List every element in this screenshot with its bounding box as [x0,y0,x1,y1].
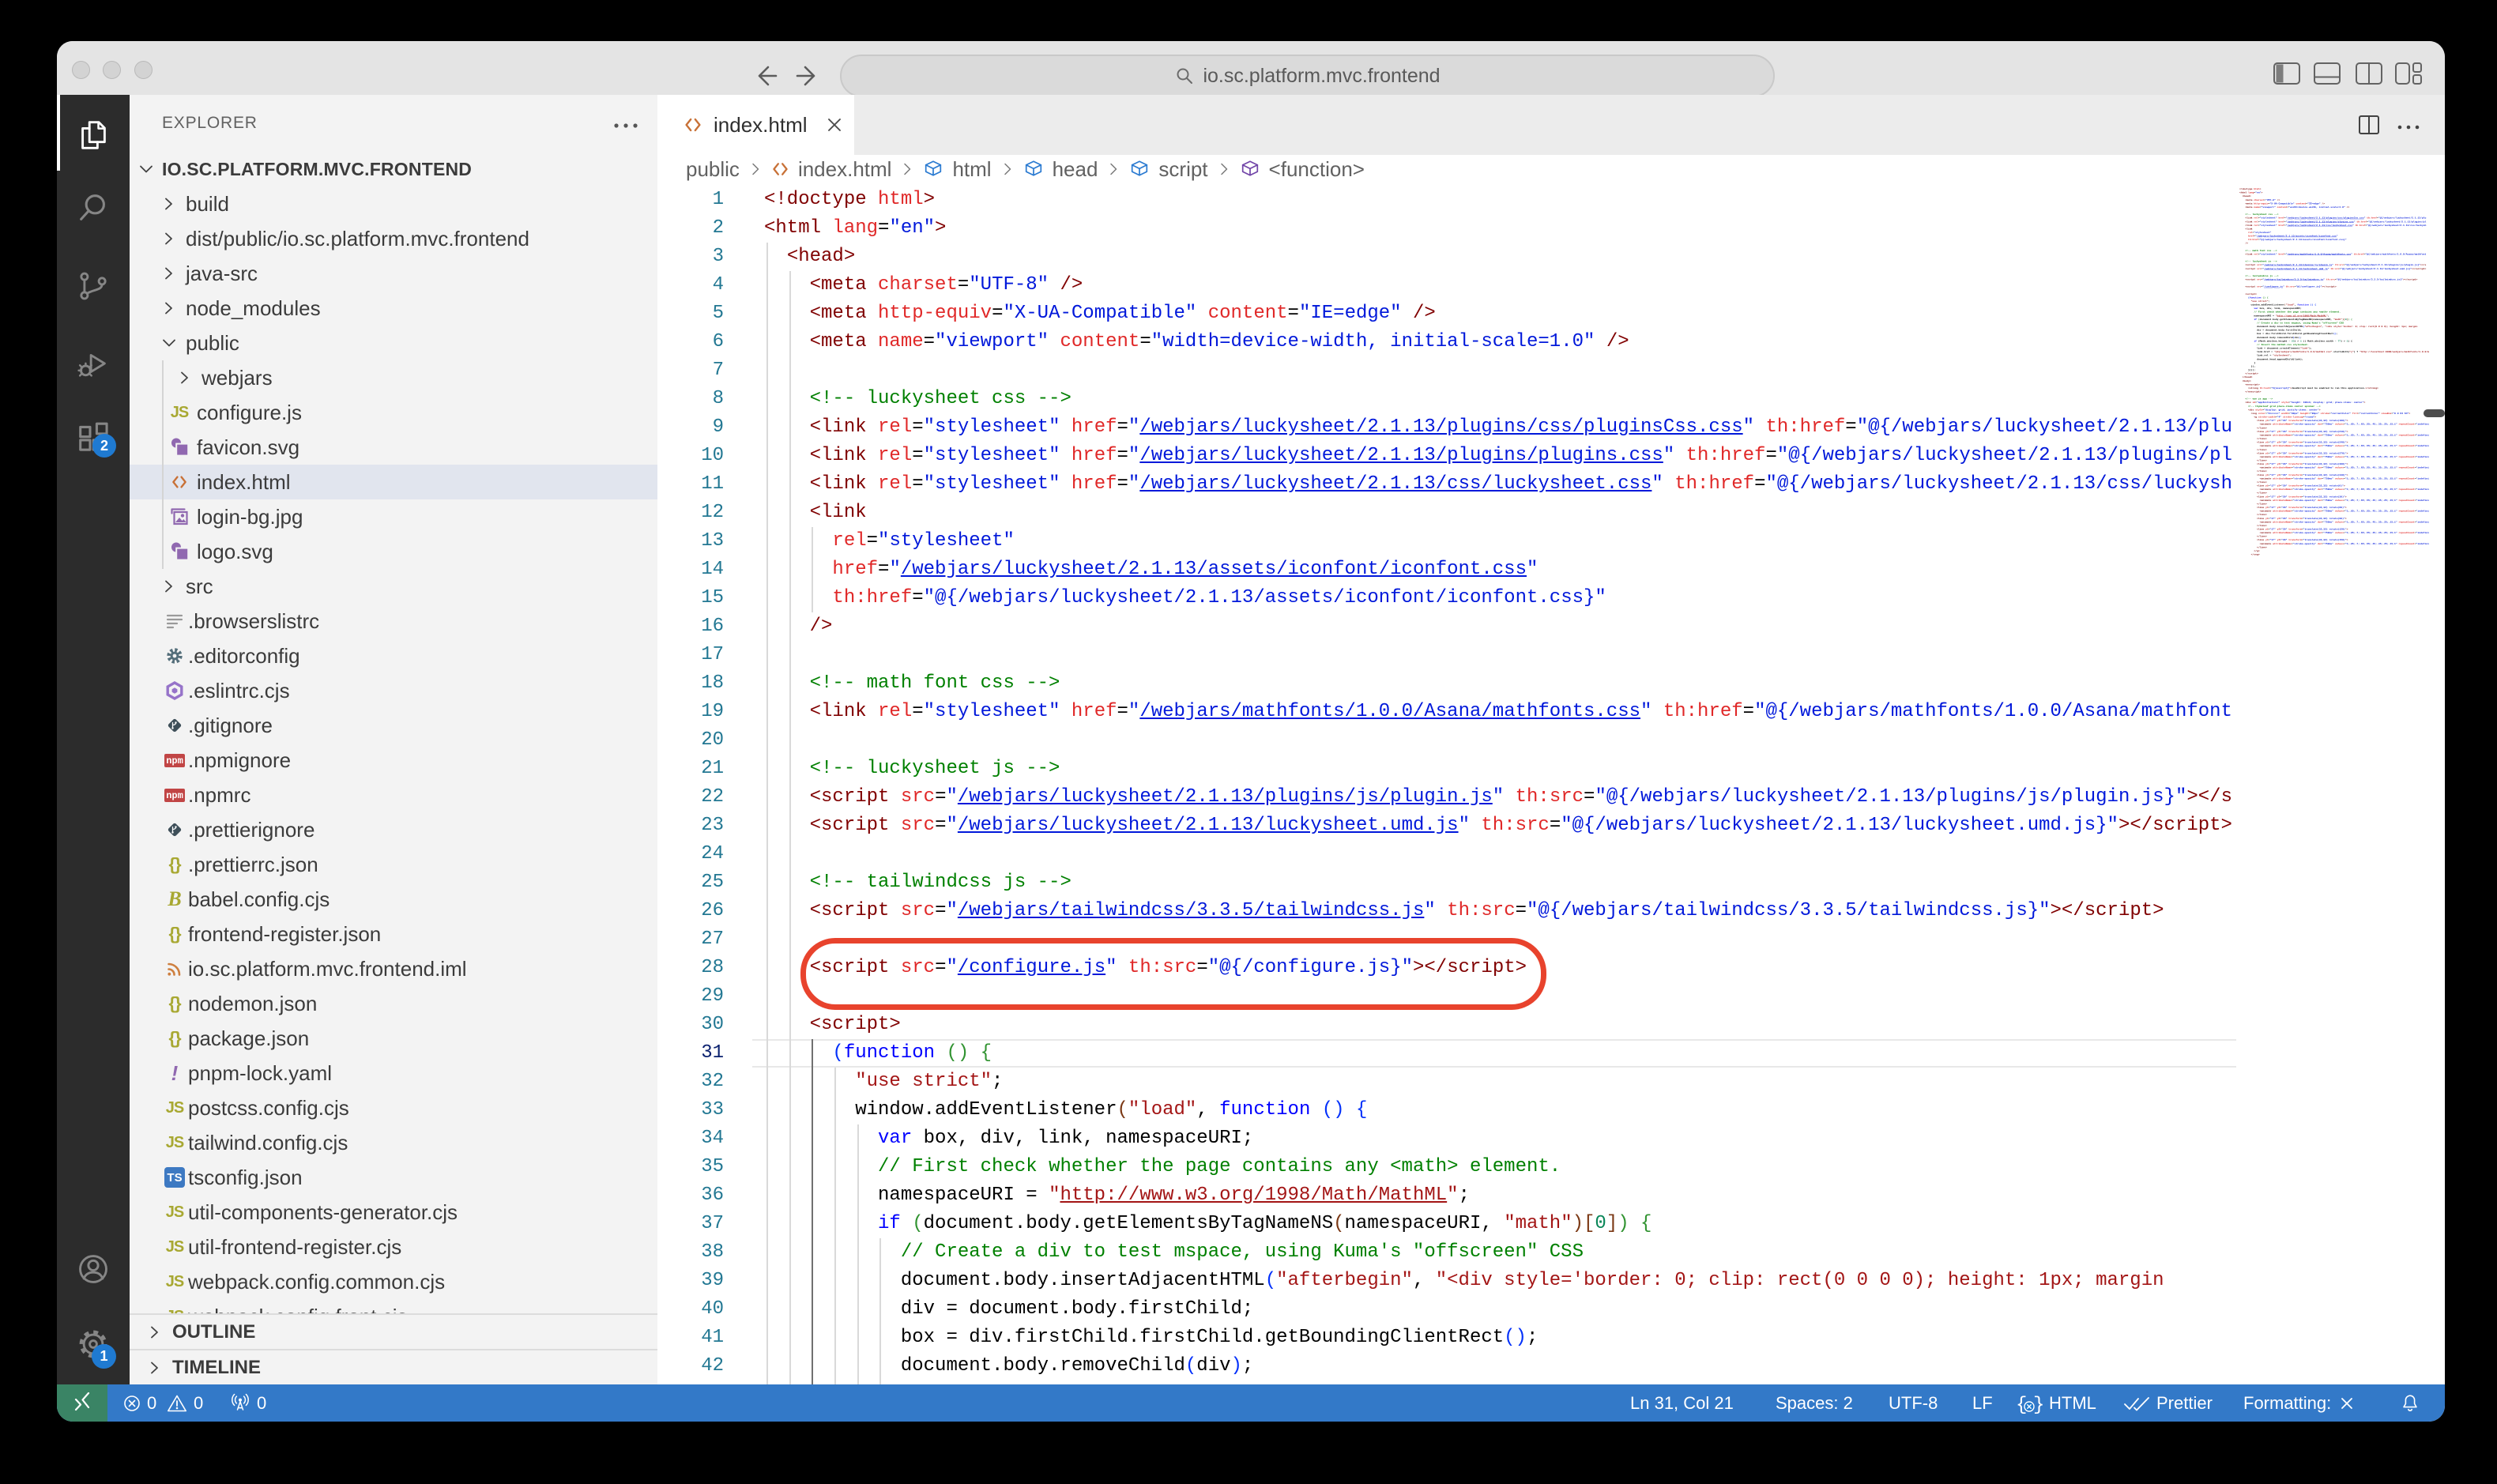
svg-text:}: } [2033,1395,2043,1414]
